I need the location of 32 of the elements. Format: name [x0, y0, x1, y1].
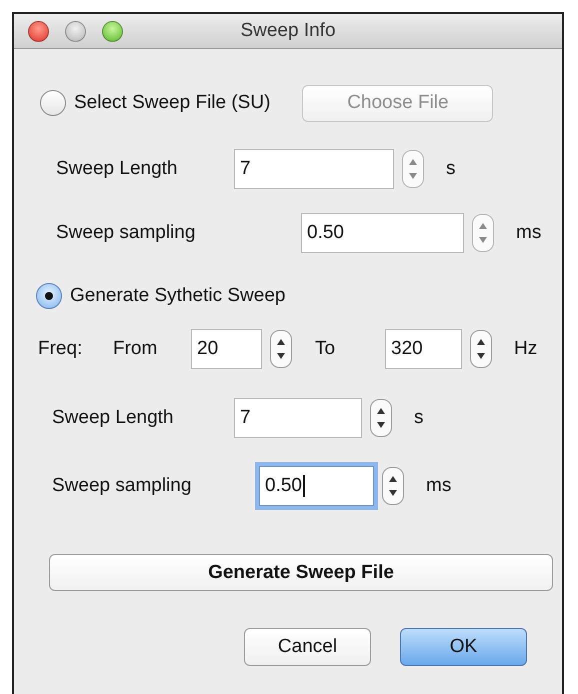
dialog-button[interactable]: Cancel [244, 628, 371, 666]
zoom-button[interactable] [102, 20, 123, 42]
option-label: Generate Sythetic Sweep [70, 285, 286, 307]
stepper-button[interactable] [470, 330, 492, 368]
unit-label: ms [516, 222, 542, 244]
input-field[interactable]: 7 [234, 149, 394, 189]
freq-label: Freq: [38, 338, 84, 360]
stepper-button[interactable] [382, 467, 404, 505]
unit-label: s [446, 158, 456, 180]
input-field[interactable]: 320 [385, 329, 462, 369]
radio-button[interactable] [40, 90, 66, 116]
unit-label: Hz [514, 338, 538, 360]
radio-button[interactable] [36, 283, 62, 309]
field-label: Sweep sampling [52, 475, 192, 497]
close-button[interactable] [28, 20, 49, 42]
minimize-button[interactable] [65, 20, 86, 42]
window-title: Sweep Info [240, 20, 336, 42]
unit-label: s [414, 407, 424, 429]
stepper-button[interactable] [270, 330, 292, 368]
field-label: Sweep sampling [56, 222, 196, 244]
field-label: Sweep Length [52, 407, 174, 429]
option-label: Select Sweep File (SU) [74, 92, 270, 114]
stepper-button[interactable] [370, 399, 392, 437]
unit-label: ms [426, 475, 452, 497]
dialog-button[interactable]: OK [400, 628, 527, 666]
input-field[interactable]: 20 [191, 329, 262, 369]
input-field[interactable]: 0.50 [301, 213, 464, 253]
from-label: From [113, 338, 158, 360]
to-label: To [315, 338, 336, 360]
field-label: Sweep Length [56, 158, 178, 180]
input-field[interactable]: 7 [234, 398, 362, 438]
generate-button[interactable]: Generate Sweep File [49, 554, 553, 591]
